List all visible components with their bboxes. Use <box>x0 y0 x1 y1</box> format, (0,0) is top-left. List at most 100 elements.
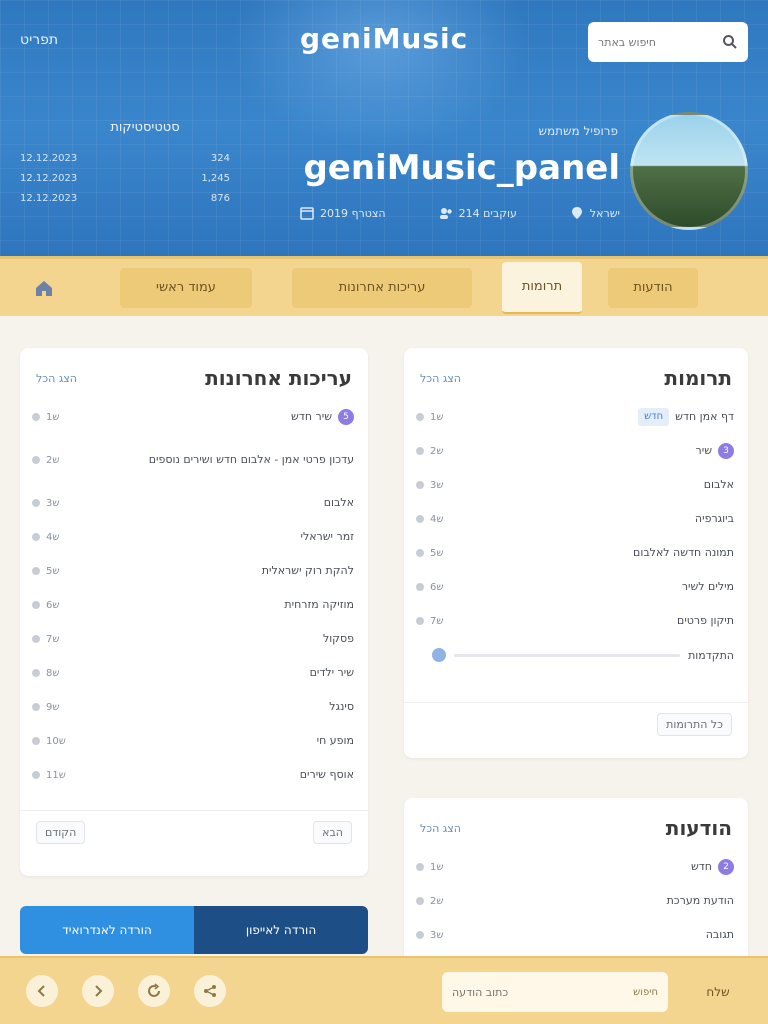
list-item[interactable]: 7ש תיקון פרטים <box>404 604 748 638</box>
item-text: עדכון פרטי אמן - אלבום חדש ושירים נוספים <box>148 453 354 466</box>
header: תפריט geniMusic סטטיסטיקות 12.12.2023 32… <box>0 0 768 256</box>
list-item[interactable]: 1ש חדש דף אמן חדש <box>404 400 748 434</box>
stats-row-value: 324 <box>210 153 230 164</box>
refresh-button[interactable] <box>138 975 170 1007</box>
view-all-link[interactable]: הצג הכל <box>420 372 461 385</box>
item-age: 2ש <box>416 446 443 457</box>
list-item[interactable]: 7ש פסקול <box>20 622 368 656</box>
progress-handle[interactable] <box>432 648 446 662</box>
item-age-text: 5ש <box>430 547 444 559</box>
list-item[interactable]: 1ש חדש 2 <box>404 850 748 884</box>
forward-icon <box>95 985 103 997</box>
item-age: 11ש <box>32 770 66 781</box>
forward-button[interactable] <box>82 975 114 1007</box>
status-dot <box>416 931 424 939</box>
list-item[interactable]: 5ש תמונה חדשה לאלבום <box>404 536 748 570</box>
brand-logo[interactable]: geniMusic <box>300 22 468 55</box>
nav-tab[interactable]: הודעות <box>608 267 698 308</box>
profile-meta-item: הצטרף 2019 <box>300 206 386 220</box>
card-title: תרומות <box>664 366 732 390</box>
next-button[interactable]: הבא <box>313 821 352 844</box>
list-item[interactable]: 9ש סינגל <box>20 690 368 724</box>
card-header: הצג הכל הודעות <box>404 798 748 850</box>
stats-row-value: 876 <box>210 193 230 204</box>
share-icon <box>204 985 216 997</box>
list-item[interactable]: 3ש תגובה <box>404 918 748 952</box>
view-all-link[interactable]: הצג הכל <box>36 372 77 385</box>
card-footer: הקודם הבא <box>20 810 368 854</box>
list-item[interactable]: 6ש מילים לשיר <box>404 570 748 604</box>
search-box[interactable] <box>588 22 748 62</box>
count-badge: 5 <box>338 409 354 425</box>
list-item[interactable]: 4ש זמר ישראלי <box>20 520 368 554</box>
item-age: 7ש <box>32 634 59 645</box>
list-item[interactable]: 3ש אלבום <box>20 486 368 520</box>
card-header: הצג הכל תרומות <box>404 348 748 400</box>
status-dot <box>32 601 40 609</box>
item-text-wrap: חדש 2 <box>691 859 734 875</box>
list-item[interactable]: 2ש שיר 3 <box>404 434 748 468</box>
list-item[interactable]: 5ש להקת רוק ישראלית <box>20 554 368 588</box>
nav-tab[interactable]: עריכות אחרונות <box>292 267 472 308</box>
search-icon[interactable] <box>722 34 738 50</box>
item-age-text: 1ש <box>46 411 60 423</box>
status-dot <box>416 897 424 905</box>
list-item[interactable]: 6ש מוזיקה מזרחית <box>20 588 368 622</box>
profile-meta-item[interactable]: עוקבים 214 <box>439 206 517 220</box>
list-item[interactable]: 8ש שיר ילדים <box>20 656 368 690</box>
status-dot <box>416 481 424 489</box>
view-all-link[interactable]: הצג הכל <box>420 822 461 835</box>
list-item[interactable]: 2ש עדכון פרטי אמן - אלבום חדש ושירים נוס… <box>20 434 368 486</box>
android-download-button[interactable]: הורדה לאנדרואיד <box>20 906 194 954</box>
prev-button[interactable]: הקודם <box>36 821 86 844</box>
stats-row-label: 12.12.2023 <box>20 153 78 164</box>
item-age-text: 11ש <box>46 769 66 781</box>
progress-bar <box>454 653 681 657</box>
item-text: שיר חדש <box>291 410 332 423</box>
list-item[interactable]: 1ש שיר חדש 5 <box>20 400 368 434</box>
item-age: 5ש <box>416 548 443 559</box>
list-item[interactable]: 2ש הודעת מערכת <box>404 884 748 918</box>
item-age-text: 7ש <box>430 615 444 627</box>
share-button[interactable] <box>194 975 226 1007</box>
nav-home[interactable] <box>24 268 64 308</box>
all-contributions-button[interactable]: כל התרומות <box>657 713 732 736</box>
item-text: זמר ישראלי <box>300 530 354 543</box>
item-age-text: 1ש <box>430 861 444 873</box>
list-item[interactable]: 3ש אלבום <box>404 468 748 502</box>
ios-download-button[interactable]: הורדה לאייפון <box>194 906 368 954</box>
item-age: 6ש <box>416 582 443 593</box>
status-dot <box>416 413 424 421</box>
new-tag: חדש <box>638 408 670 426</box>
nav-tab-active[interactable]: תרומות <box>502 261 582 314</box>
message-box[interactable]: חיפוש <box>442 972 668 1012</box>
menu-link[interactable]: תפריט <box>20 32 58 48</box>
profile-meta: הצטרף 2019 עוקבים 214 ישראל <box>300 206 620 220</box>
item-age-text: 5ש <box>46 565 60 577</box>
search-input[interactable] <box>598 35 710 49</box>
count-badge: 3 <box>718 443 734 459</box>
nav-tab[interactable]: עמוד ראשי <box>120 267 252 308</box>
status-dot <box>416 447 424 455</box>
item-text-wrap: חדש דף אמן חדש <box>638 408 734 426</box>
message-input[interactable] <box>452 985 628 999</box>
back-icon <box>37 985 45 997</box>
avatar[interactable] <box>630 112 748 230</box>
list-item[interactable]: 10ש מופע חי <box>20 724 368 758</box>
send-button[interactable]: שלח <box>684 976 752 1008</box>
list-item[interactable]: 11ש אוסף שירים <box>20 758 368 792</box>
item-age: 2ש <box>32 455 59 466</box>
card-title: עריכות אחרונות <box>205 366 352 390</box>
item-text: אלבום <box>703 478 734 491</box>
item-age-text: 4ש <box>430 513 444 525</box>
input-hint: חיפוש <box>633 986 658 998</box>
item-text: הודעת מערכת <box>666 894 734 907</box>
status-dot <box>32 771 40 779</box>
item-text-wrap: שיר 3 <box>696 443 734 459</box>
location-icon <box>571 207 582 219</box>
item-age: 1ש <box>416 412 443 423</box>
back-button[interactable] <box>26 975 58 1007</box>
item-text: שיר ילדים <box>309 666 354 679</box>
item-age-text: 10ש <box>46 735 66 747</box>
list-item[interactable]: 4ש ביוגרפיה <box>404 502 748 536</box>
